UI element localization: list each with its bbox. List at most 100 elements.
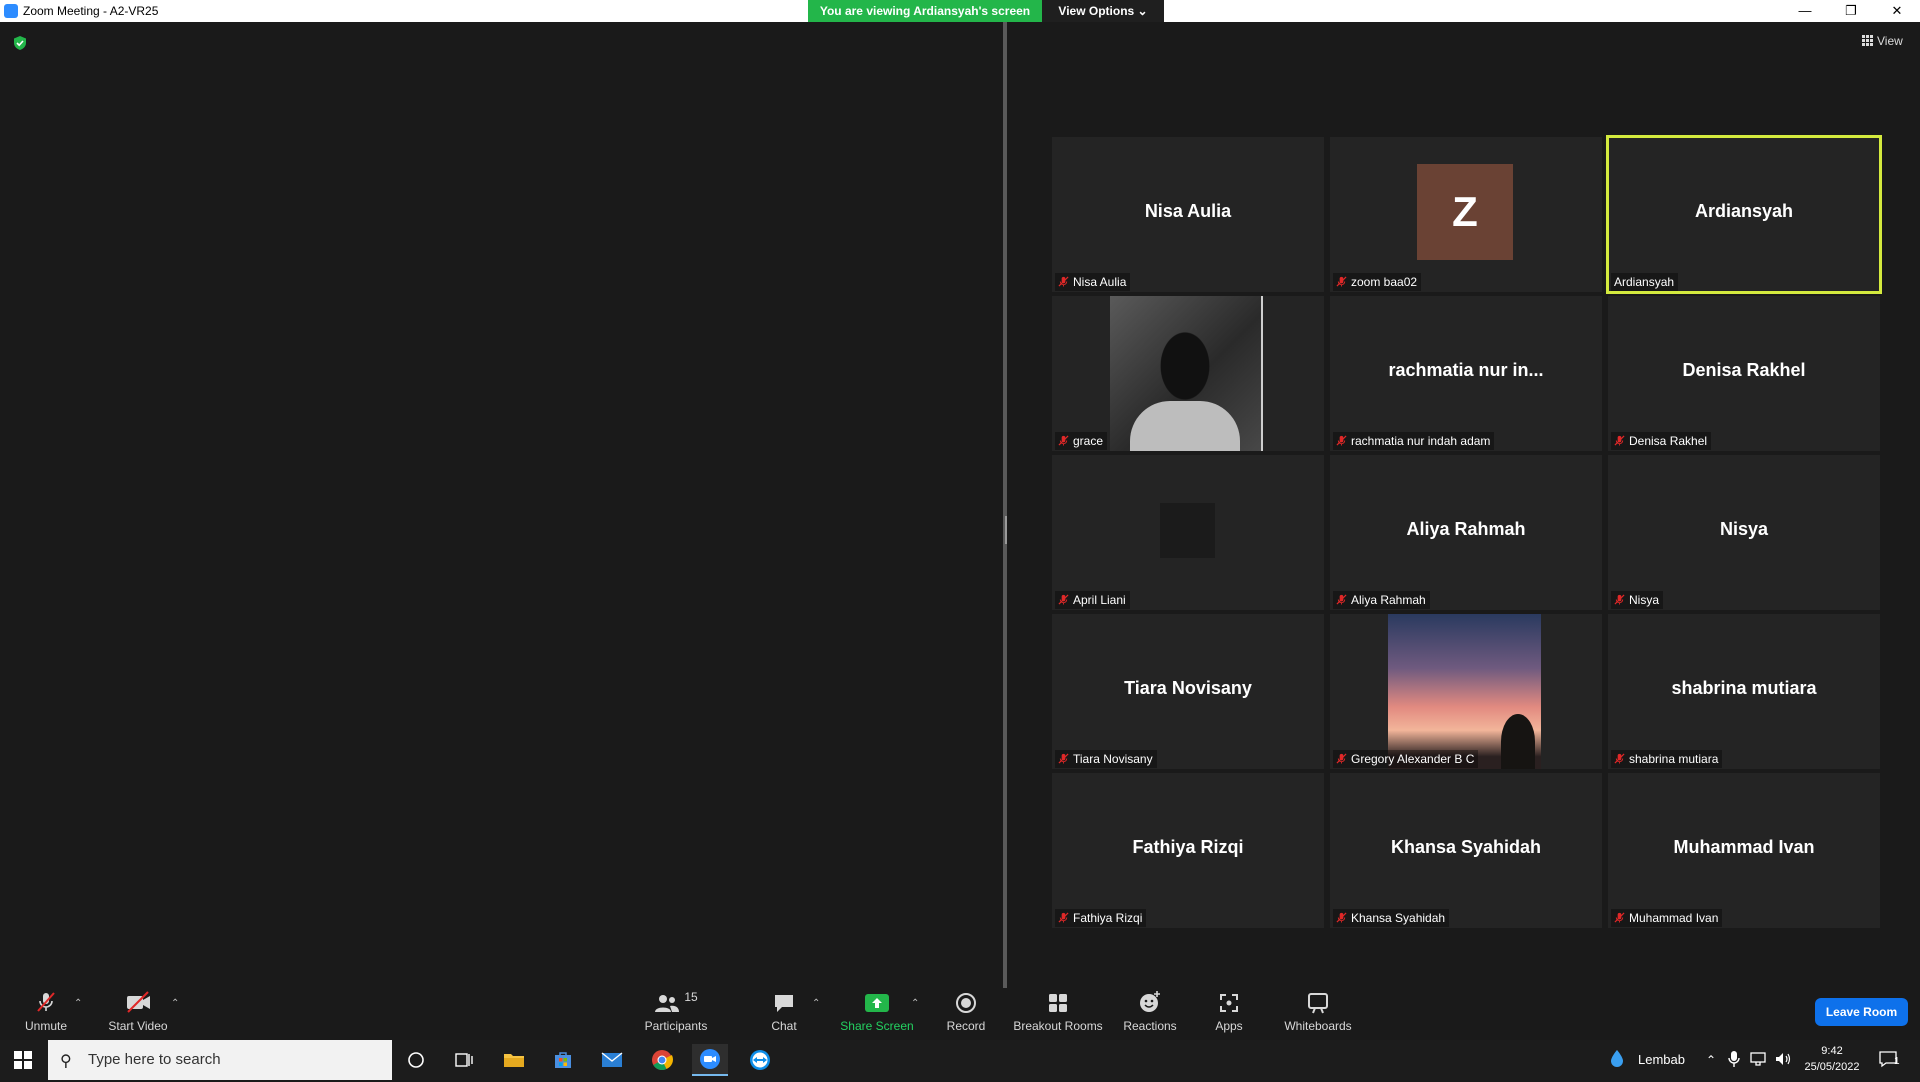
mic-muted-icon — [1336, 912, 1347, 923]
person-shape — [1130, 401, 1240, 451]
close-button[interactable]: ✕ — [1874, 0, 1920, 22]
whiteboards-button[interactable]: Whiteboards — [1282, 990, 1354, 1033]
mic-muted-icon — [1614, 435, 1625, 446]
tray-microphone-icon[interactable] — [1728, 1040, 1740, 1080]
chrome-icon[interactable] — [644, 1046, 680, 1074]
participant-tile[interactable]: Gregory Alexander B C — [1330, 614, 1602, 769]
chat-button[interactable]: Chat — [764, 990, 804, 1033]
participant-name-tag: Muhammad Ivan — [1611, 909, 1723, 927]
participant-gallery: Nisa Aulia Nisa Aulia Z zoom baa02 Ardia… — [1052, 135, 1882, 928]
participant-name-tag: Aliya Rahmah — [1333, 591, 1430, 609]
volume-icon[interactable] — [1774, 1040, 1792, 1080]
security-shield-icon[interactable] — [12, 35, 28, 51]
tray-overflow-chevron-icon[interactable]: ⌃ — [1706, 1040, 1716, 1080]
participant-name-tag: Fathiya Rizqi — [1055, 909, 1147, 927]
microsoft-store-icon[interactable] — [545, 1046, 581, 1074]
share-screen-button[interactable]: Share Screen — [840, 990, 914, 1033]
clock-time: 9:42 — [1821, 1045, 1843, 1057]
mic-muted-icon — [1614, 753, 1625, 764]
task-view-icon[interactable] — [446, 1046, 482, 1074]
participant-display-name: Denisa Rakhel — [1682, 360, 1806, 380]
mic-muted-icon — [1058, 594, 1069, 605]
chat-options-caret[interactable]: ⌃ — [812, 998, 820, 1009]
participant-tile[interactable]: Nisa Aulia Nisa Aulia — [1052, 137, 1324, 292]
mail-icon[interactable] — [594, 1046, 630, 1074]
mic-muted-icon — [1058, 435, 1069, 446]
unmute-button[interactable]: Unmute — [18, 990, 74, 1033]
mic-muted-icon — [1058, 276, 1069, 287]
participant-display-name: Nisya — [1719, 519, 1769, 539]
restore-button[interactable]: ❐ — [1828, 0, 1874, 22]
participant-tile[interactable]: Denisa Rakhel Denisa Rakhel — [1608, 296, 1880, 451]
start-video-label: Start Video — [108, 1019, 168, 1033]
mic-muted-icon — [37, 992, 55, 1012]
participant-tile[interactable]: grace — [1052, 296, 1324, 451]
weather-label[interactable]: Lembab — [1638, 1040, 1685, 1080]
participant-tile[interactable]: Khansa Syahidah Khansa Syahidah — [1330, 773, 1602, 928]
view-options-button[interactable]: View Options ⌄ — [1042, 0, 1164, 22]
participants-button[interactable]: 15 Participants — [640, 990, 712, 1033]
participant-display-name: rachmatia nur in... — [1388, 360, 1544, 380]
taskbar-search-box[interactable]: ⚲ Type here to search — [48, 1040, 392, 1080]
minimize-button[interactable]: — — [1782, 0, 1828, 22]
participant-tile[interactable]: Aliya Rahmah Aliya Rahmah — [1330, 455, 1602, 610]
taskbar-clock[interactable]: 9:42 25/05/2022 — [1800, 1043, 1864, 1075]
participant-display-name: Nisa Aulia — [1144, 201, 1232, 221]
splitter-handle[interactable] — [1005, 516, 1007, 544]
grid-icon — [1862, 35, 1873, 46]
view-label: View — [1877, 34, 1903, 48]
gallery-view-button[interactable]: View — [1862, 34, 1903, 48]
audio-options-caret[interactable]: ⌃ — [74, 998, 82, 1009]
participant-tile[interactable]: Nisya Nisya — [1608, 455, 1880, 610]
apps-icon — [1220, 994, 1238, 1012]
participant-display-name: Ardiansyah — [1694, 201, 1794, 221]
teamviewer-icon[interactable] — [742, 1046, 778, 1074]
network-icon[interactable] — [1750, 1040, 1768, 1080]
weather-icon[interactable] — [1608, 1040, 1626, 1080]
reactions-label: Reactions — [1123, 1019, 1177, 1033]
panel-splitter[interactable] — [1003, 22, 1007, 988]
participant-name-tag: Nisa Aulia — [1055, 273, 1131, 291]
start-video-button[interactable]: Start Video — [104, 990, 172, 1033]
leave-room-button[interactable]: Leave Room — [1815, 998, 1908, 1026]
apps-button[interactable]: Apps — [1212, 990, 1246, 1033]
window-title: Zoom Meeting - A2-VR25 — [23, 4, 159, 18]
reactions-button[interactable]: Reactions — [1121, 990, 1179, 1033]
whiteboards-label: Whiteboards — [1284, 1019, 1352, 1033]
participant-video — [1388, 614, 1541, 769]
zoom-taskbar-icon[interactable] — [692, 1044, 728, 1076]
participant-tile[interactable]: Tiara Novisany Tiara Novisany — [1052, 614, 1324, 769]
chat-bubble-icon — [775, 995, 793, 1012]
participant-tile[interactable]: rachmatia nur in... rachmatia nur indah … — [1330, 296, 1602, 451]
participants-count: 15 — [684, 990, 698, 1004]
active-speaker-tile[interactable]: Ardiansyah Ardiansyah — [1606, 135, 1882, 294]
windows-start-icon[interactable] — [14, 1051, 32, 1069]
participant-tile[interactable]: Muhammad Ivan Muhammad Ivan — [1608, 773, 1880, 928]
mic-muted-icon — [1336, 435, 1347, 446]
breakout-rooms-button[interactable]: Breakout Rooms — [1013, 990, 1103, 1033]
breakout-rooms-label: Breakout Rooms — [1013, 1019, 1103, 1033]
zoom-app-icon — [4, 4, 18, 18]
video-options-caret[interactable]: ⌃ — [171, 998, 179, 1009]
share-screen-label: Share Screen — [840, 1019, 914, 1033]
participant-name-tag: grace — [1055, 432, 1108, 450]
share-options-caret[interactable]: ⌃ — [911, 998, 919, 1009]
file-explorer-icon[interactable] — [496, 1046, 532, 1074]
participant-tile[interactable]: Z zoom baa02 — [1330, 137, 1602, 292]
notifications-icon[interactable]: 1 — [1878, 1040, 1900, 1080]
participant-name-tag: Nisya — [1611, 591, 1664, 609]
windows-taskbar: ⚲ Type here to search Lembab ⌃ 9:42 25/0… — [0, 1040, 1920, 1080]
participant-tile[interactable]: April Liani — [1052, 455, 1324, 610]
mic-muted-icon — [1336, 753, 1347, 764]
participant-tile[interactable]: Fathiya Rizqi Fathiya Rizqi — [1052, 773, 1324, 928]
search-icon: ⚲ — [60, 1053, 72, 1070]
clock-date: 25/05/2022 — [1804, 1061, 1860, 1073]
participant-name-tag: shabrina mutiara — [1611, 750, 1723, 768]
unmute-label: Unmute — [24, 1019, 68, 1033]
participants-label: Participants — [644, 1019, 708, 1033]
participant-video — [1110, 296, 1263, 451]
participant-name-tag: zoom baa02 — [1333, 273, 1422, 291]
cortana-icon[interactable] — [398, 1046, 434, 1074]
record-button[interactable]: Record — [944, 990, 988, 1033]
participant-tile[interactable]: shabrina mutiara shabrina mutiara — [1608, 614, 1880, 769]
